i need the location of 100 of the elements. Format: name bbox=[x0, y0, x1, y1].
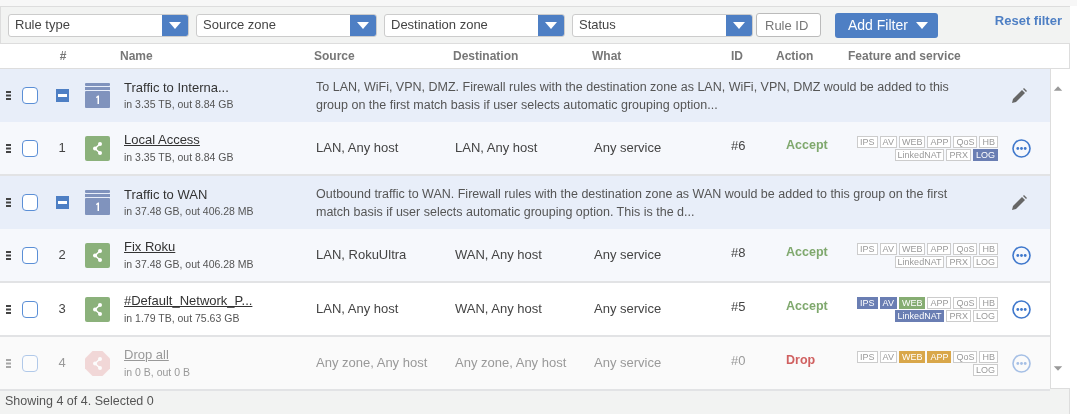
group-description: Outbound traffic to WAN. Firewall rules with the destination zone as WAN would be added to this group on the first match basis if user selects automatic grouping option. This is the d... bbox=[315, 185, 949, 221]
feature-tag: WEB bbox=[898, 135, 926, 148]
scrollbar[interactable] bbox=[1050, 69, 1065, 388]
rule-id-text: #8 bbox=[730, 244, 747, 262]
caret-icon bbox=[545, 21, 557, 29]
traffic-text: in 1.79 TB, out 75.63 GB bbox=[124, 310, 241, 326]
group-name: Traffic to WAN bbox=[124, 185, 209, 204]
feature-tag: HB bbox=[979, 242, 998, 255]
collapse-icon[interactable] bbox=[55, 89, 69, 102]
dropdown-field[interactable]: Status bbox=[573, 14, 726, 36]
reset-filter-link[interactable]: Reset filter bbox=[994, 11, 1062, 31]
traffic-text: in 37.48 GB, out 406.28 MB bbox=[124, 204, 255, 220]
rule-id-text: #5 bbox=[730, 298, 747, 316]
service-text: Any service bbox=[593, 300, 663, 319]
feature-tag: APP bbox=[927, 135, 952, 148]
dropdown[interactable]: Destination zone bbox=[384, 13, 565, 37]
action-text: Accept bbox=[785, 244, 829, 261]
rule-id-field[interactable]: Rule ID bbox=[756, 13, 821, 37]
destination-text: LAN, Any host bbox=[454, 139, 539, 158]
dropdown-field[interactable]: Rule type bbox=[9, 14, 162, 36]
dropdown[interactable]: Status bbox=[572, 13, 753, 37]
source-text: LAN, Any host bbox=[315, 139, 400, 158]
feature-tag: AV bbox=[879, 242, 897, 255]
rule-name-link[interactable]: Fix Roku bbox=[124, 237, 312, 257]
dropdown[interactable]: Rule type bbox=[8, 13, 189, 37]
feature-tag: LinkedNAT bbox=[894, 309, 945, 322]
column-header: Feature and service bbox=[847, 48, 962, 65]
column-header: Destination bbox=[452, 48, 520, 65]
feature-tag: HB bbox=[979, 135, 998, 148]
destination-text: WAN, Any host bbox=[454, 300, 543, 319]
rule-id-text: #6 bbox=[730, 137, 747, 155]
source-text: LAN, RokuUltra bbox=[315, 246, 408, 265]
feature-tag: LOG bbox=[973, 309, 998, 322]
dropdown-button[interactable] bbox=[350, 14, 376, 36]
traffic-text: in 37.48 GB, out 406.28 MB bbox=[124, 256, 255, 272]
action-text: Accept bbox=[785, 298, 829, 315]
dropdown-field[interactable]: Source zone bbox=[197, 14, 350, 36]
group-icon bbox=[85, 83, 110, 108]
more-options-icon[interactable] bbox=[1012, 245, 1031, 265]
feature-tag: LinkedNAT bbox=[894, 255, 945, 268]
edit-icon[interactable] bbox=[1012, 195, 1027, 210]
feature-tag: AV bbox=[879, 296, 897, 309]
more-options-icon[interactable] bbox=[1012, 138, 1031, 158]
traffic-text: in 3.35 TB, out 8.84 GB bbox=[124, 149, 235, 165]
drag-handle-icon[interactable] bbox=[6, 250, 11, 260]
dropdown-button[interactable] bbox=[538, 14, 564, 36]
feature-tag: LOG bbox=[973, 255, 998, 268]
drag-handle-icon[interactable] bbox=[6, 143, 11, 153]
dropdown-field[interactable]: Destination zone bbox=[385, 14, 538, 36]
column-header: Action bbox=[775, 48, 815, 65]
checkbox[interactable] bbox=[22, 246, 38, 264]
rule-number: 1 bbox=[58, 139, 66, 158]
caret-icon bbox=[733, 21, 745, 29]
feature-tag: IPS bbox=[857, 296, 878, 309]
group-description: To LAN, WiFi, VPN, DMZ. Firewall rules with the destination zone as LAN, WiFi, VPN, DMZ would be added to this group on the first match basis if user selects automatic grouping option... bbox=[315, 78, 950, 114]
feature-tag: APP bbox=[927, 350, 952, 363]
checkbox[interactable] bbox=[22, 194, 38, 211]
checkbox[interactable] bbox=[22, 139, 38, 157]
feature-tag: PRX bbox=[946, 309, 971, 322]
column-header: What bbox=[591, 48, 623, 65]
dropdown-button[interactable] bbox=[726, 14, 752, 36]
rule-id-text: #0 bbox=[730, 352, 747, 370]
feature-tag: QoS bbox=[953, 242, 978, 255]
column-header: Name bbox=[119, 48, 154, 65]
feature-tag: IPS bbox=[857, 350, 878, 363]
more-options-icon[interactable] bbox=[1012, 299, 1031, 319]
feature-tag: LOG bbox=[973, 363, 998, 376]
drag-handle-icon[interactable] bbox=[6, 198, 11, 207]
add-filter-button[interactable]: Add Filter bbox=[835, 12, 938, 38]
service-text: Any service bbox=[593, 354, 663, 373]
checkbox[interactable] bbox=[22, 87, 38, 104]
rule-icon bbox=[85, 350, 110, 376]
dropdown[interactable]: Source zone bbox=[196, 13, 377, 37]
group-name: Traffic to Interna... bbox=[124, 78, 230, 97]
edit-icon[interactable] bbox=[1012, 88, 1027, 103]
rule-name-link[interactable]: Local Access bbox=[124, 130, 312, 150]
rule-number: 4 bbox=[58, 354, 66, 373]
drag-handle-icon[interactable] bbox=[6, 304, 11, 314]
dropdown-button[interactable] bbox=[162, 14, 188, 36]
feature-tag: WEB bbox=[898, 296, 926, 309]
traffic-text: in 3.35 TB, out 8.84 GB bbox=[124, 97, 235, 113]
column-header: ID bbox=[730, 48, 744, 65]
rule-name-link[interactable]: #Default_Network_P... bbox=[124, 291, 312, 311]
feature-tag: QoS bbox=[953, 135, 978, 148]
rule-number: 3 bbox=[58, 300, 66, 319]
destination-text: WAN, Any host bbox=[454, 246, 543, 265]
source-text: LAN, Any host bbox=[315, 300, 400, 319]
caret-icon bbox=[915, 21, 928, 29]
feature-tag: HB bbox=[979, 296, 998, 309]
caret-icon bbox=[357, 21, 369, 29]
feature-tag: LOG bbox=[973, 148, 998, 161]
rule-row[interactable]: 1 Local Access in 3.35 TB, out 8.84 GB LAN, Any host LAN, Any host Any service #6 Accept IPS AV WEB APP QoS HB LinkedNAT PRX LOG bbox=[0, 122, 1050, 176]
rule-row[interactable]: 2 Fix Roku in 37.48 GB, out 406.28 MB LAN, RokuUltra WAN, Any host Any service #8 Accept IPS AV WEB APP QoS HB LinkedNAT PRX LOG bbox=[0, 229, 1050, 283]
feature-tag: APP bbox=[927, 296, 952, 309]
feature-tag: APP bbox=[927, 242, 952, 255]
drag-handle-icon[interactable] bbox=[6, 91, 11, 100]
checkbox[interactable] bbox=[22, 300, 38, 318]
feature-tag: QoS bbox=[953, 350, 978, 363]
traffic-text: in 0 B, out 0 B bbox=[124, 364, 191, 380]
collapse-icon[interactable] bbox=[55, 196, 69, 209]
